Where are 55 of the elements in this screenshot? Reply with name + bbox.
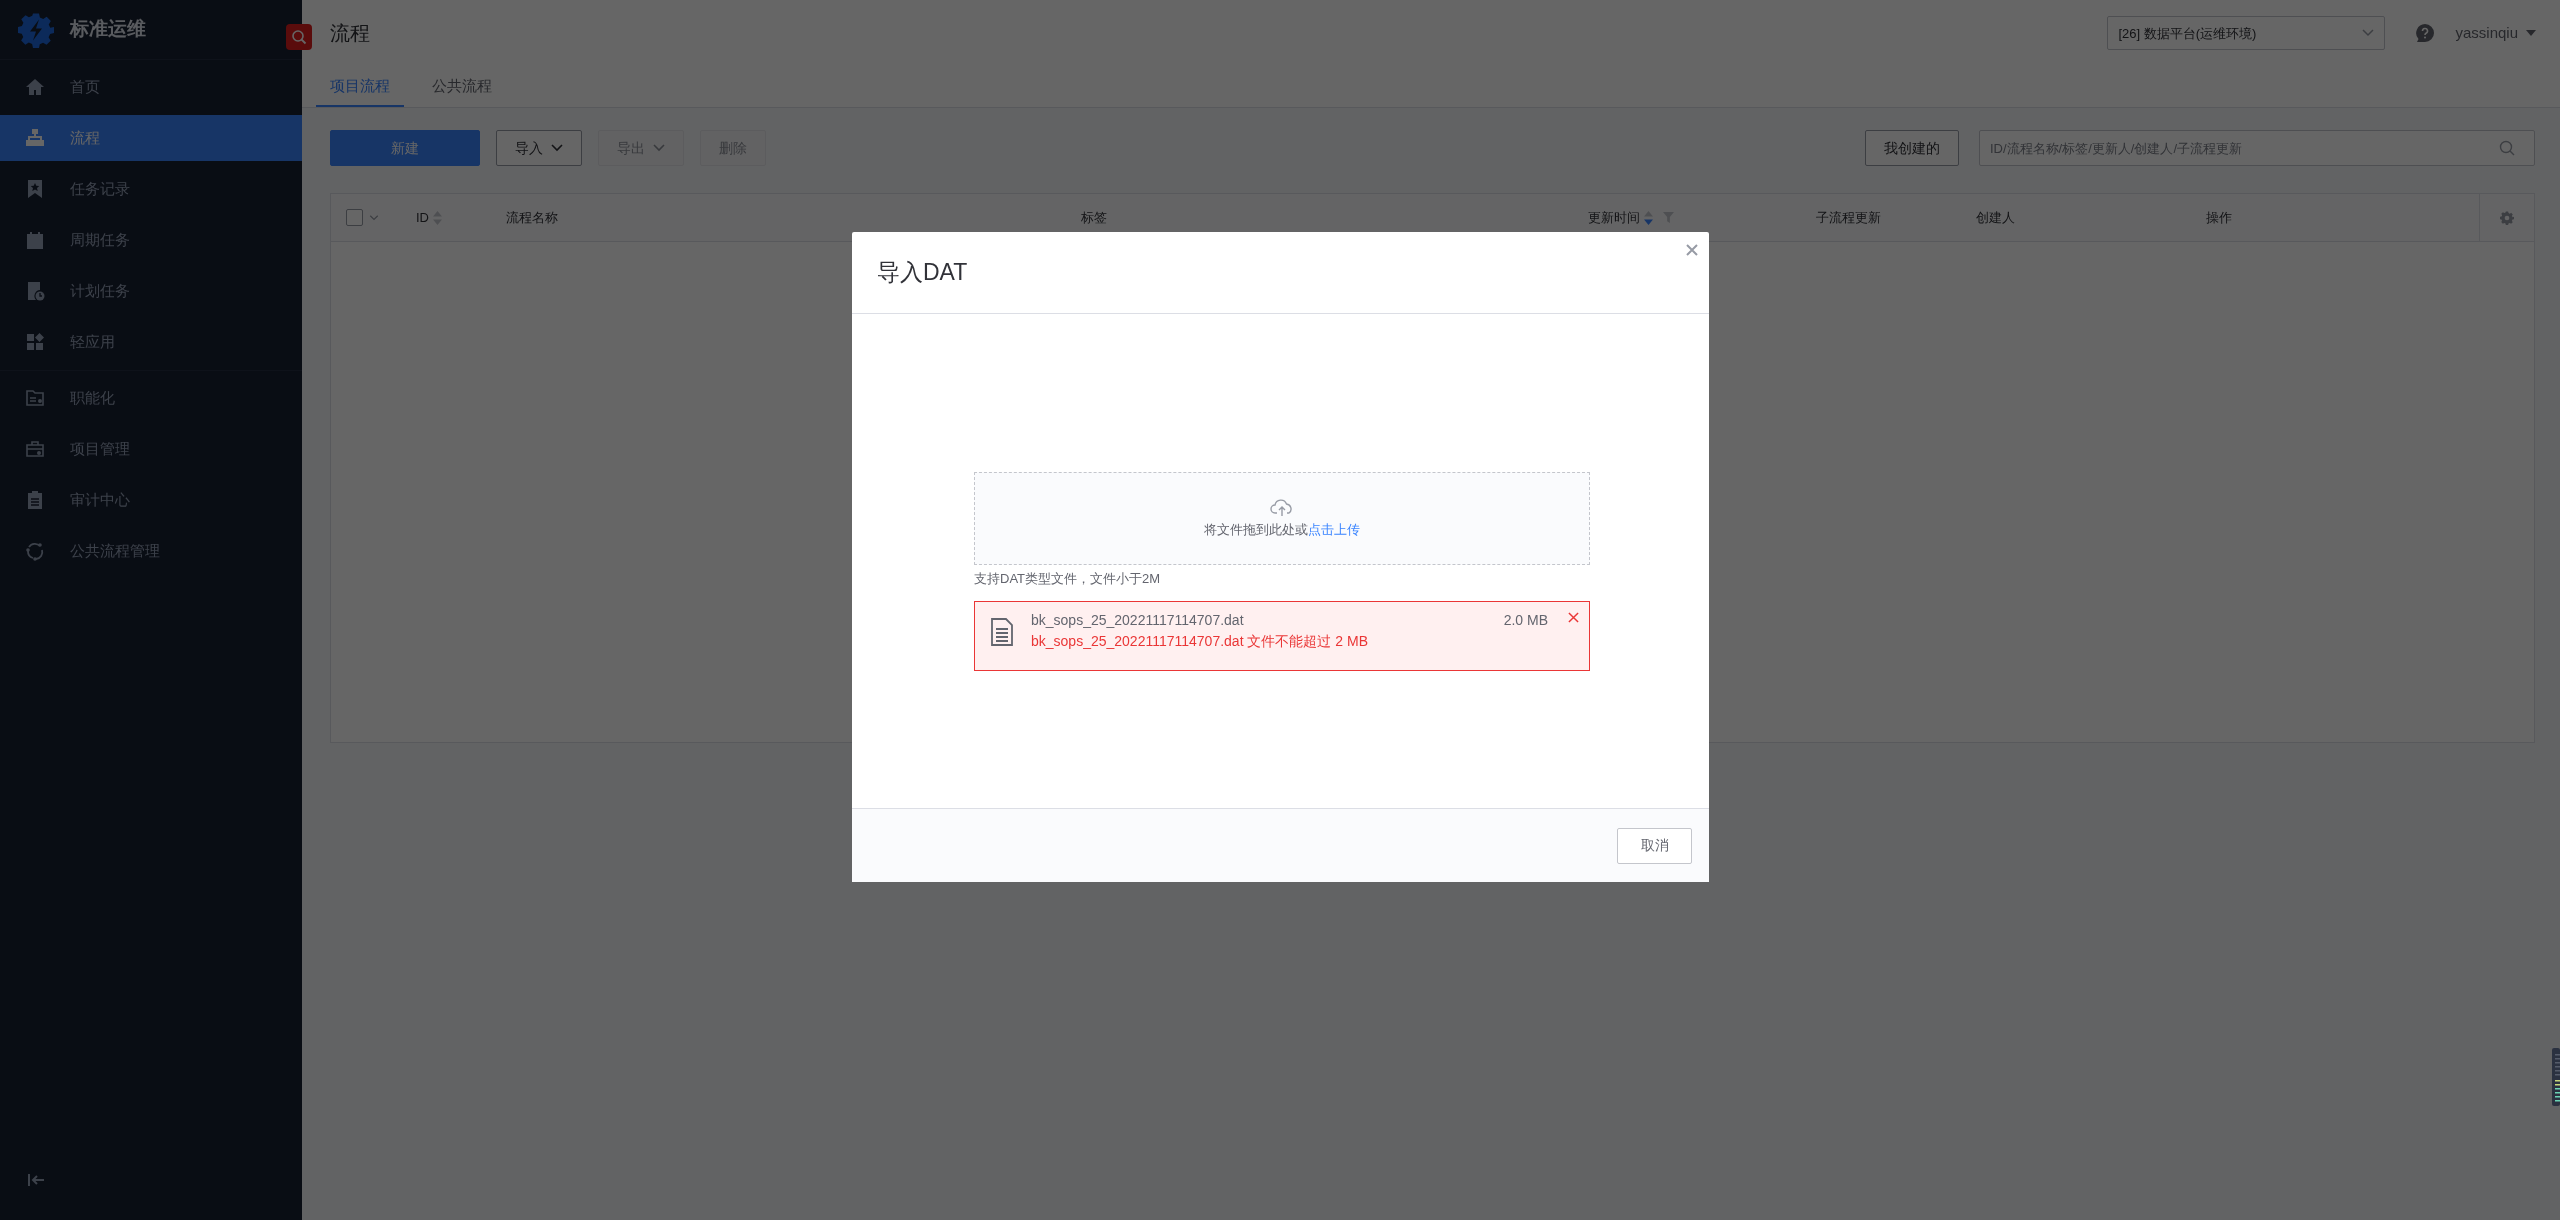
file-name: bk_sops_25_20221117114707.dat xyxy=(1031,610,1245,630)
sitemap-icon xyxy=(25,128,45,148)
document-icon xyxy=(991,617,1013,646)
column-header[interactable]: 更新时间 xyxy=(1588,207,1816,228)
project-select[interactable]: [26] 数据平台(运维环境) xyxy=(2107,16,2386,51)
dropzone-text: 将文件拖到此处或点击上传 xyxy=(1204,520,1360,539)
document-clock-icon xyxy=(25,281,45,301)
search-icon xyxy=(291,29,307,45)
toolbar-button[interactable]: 导入 xyxy=(496,130,582,166)
column-header[interactable]: 创建人 xyxy=(1976,207,2206,228)
calendar-icon xyxy=(25,230,45,250)
sort-icon[interactable] xyxy=(1644,210,1653,225)
close-icon[interactable] xyxy=(1686,244,1698,256)
close-icon[interactable] xyxy=(1568,611,1579,623)
level-meter-drawing xyxy=(2552,1048,2560,1106)
filter-button[interactable]: 我创建的 xyxy=(1865,130,1959,166)
cloud-upload-icon xyxy=(1270,497,1294,516)
cancel-button[interactable]: 取消 xyxy=(1617,827,1692,864)
tab[interactable]: 项目流程 xyxy=(316,66,404,107)
select-all-checkbox[interactable] xyxy=(346,209,363,226)
chevron-down-icon[interactable] xyxy=(369,214,379,221)
search-button[interactable] xyxy=(286,24,312,50)
bookmark-star-icon xyxy=(25,179,45,199)
column-header[interactable]: 子流程更新 xyxy=(1816,207,1976,228)
settings-icon[interactable] xyxy=(2500,210,2514,225)
logo-icon xyxy=(18,11,54,48)
briefcase-icon xyxy=(25,439,45,459)
sidebar-item[interactable]: 流程 xyxy=(0,115,302,161)
user-menu[interactable]: yassinqiu xyxy=(2455,22,2536,45)
error-message: bk_sops_25_20221117114707.dat 文件不能超过 2 MB xyxy=(1031,631,1369,651)
upload-hint: 支持DAT类型文件，文件小于2M xyxy=(974,570,1162,588)
collapse-icon[interactable] xyxy=(28,1173,46,1187)
clipboard-icon xyxy=(25,490,45,510)
dialog-title: 导入DAT xyxy=(877,258,968,288)
caret-down-icon xyxy=(2526,30,2536,37)
page-title: 流程 xyxy=(330,21,370,47)
chevron-down-icon xyxy=(653,144,665,152)
search-icon[interactable] xyxy=(2499,140,2515,156)
upload-dropzone[interactable]: 将文件拖到此处或点击上传 xyxy=(974,472,1590,565)
grid-icon xyxy=(25,332,45,352)
app-title: 标准运维 xyxy=(70,17,146,42)
help-icon[interactable] xyxy=(2415,23,2436,44)
toolbar-button[interactable]: 新建 xyxy=(330,130,480,166)
file-size: 2.0 MB xyxy=(1503,610,1548,630)
chevron-down-icon xyxy=(551,144,563,152)
column-header[interactable]: 流程名称 xyxy=(506,207,1081,228)
tab[interactable]: 公共流程 xyxy=(418,66,506,107)
upload-link[interactable]: 点击上传 xyxy=(1308,521,1360,537)
column-header[interactable]: 操作 xyxy=(2206,207,2479,228)
chevron-down-icon xyxy=(2362,29,2375,38)
cycle-icon xyxy=(25,541,45,561)
column-header[interactable]: ID xyxy=(416,207,506,228)
folder-card-icon xyxy=(25,388,45,408)
home-icon xyxy=(25,77,45,97)
column-header[interactable]: 标签 xyxy=(1081,207,1588,228)
